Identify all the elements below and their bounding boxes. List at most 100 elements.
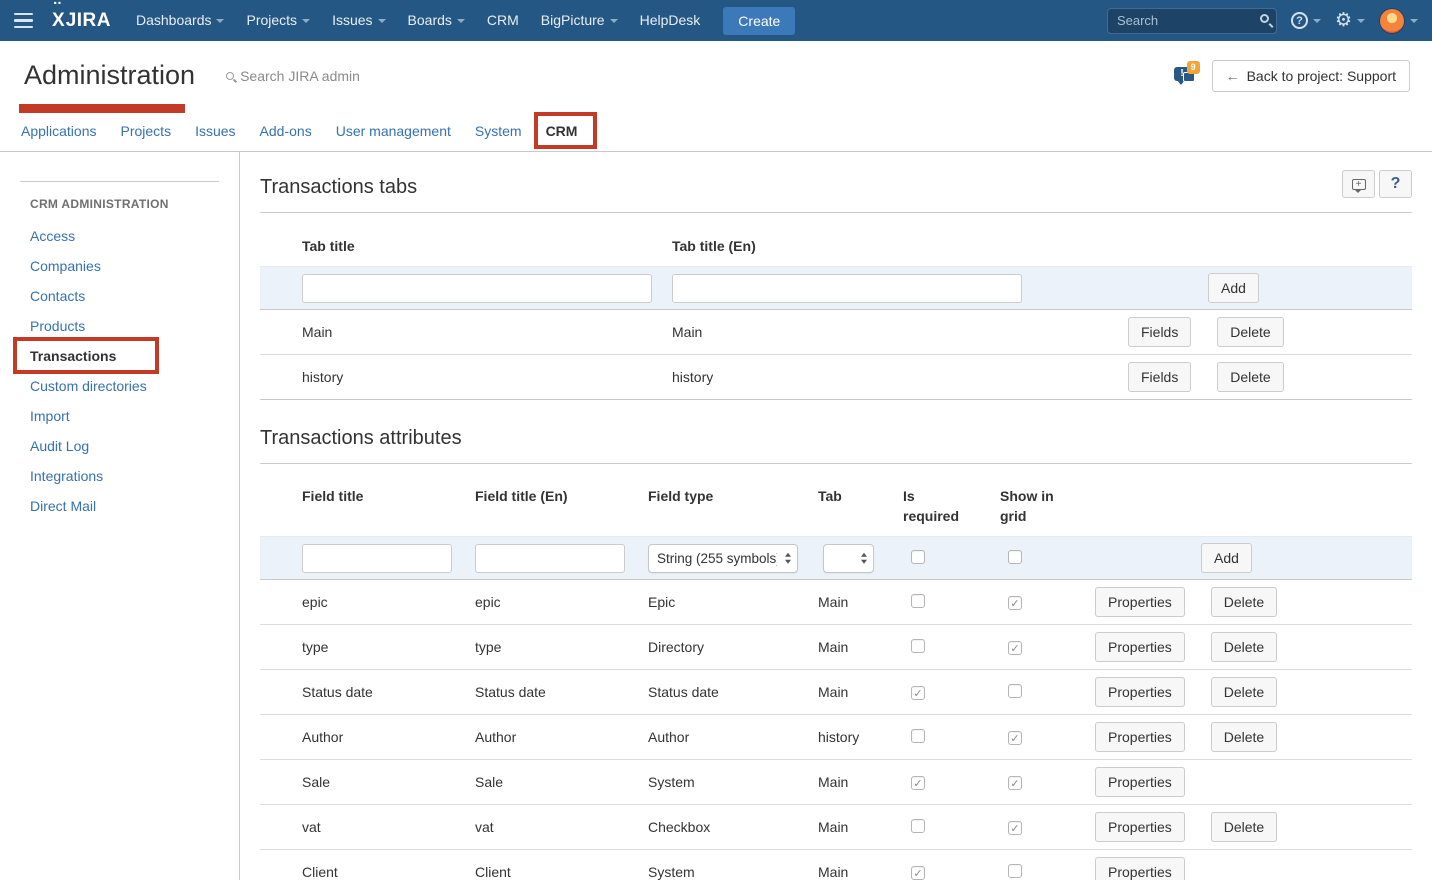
- show-in-grid-checkbox[interactable]: [1008, 641, 1022, 655]
- sidebar-item-companies[interactable]: Companies: [30, 259, 239, 273]
- table-row-attribute-author: Author Author Author history Properties …: [260, 715, 1412, 760]
- field-title-value: Status date: [297, 684, 470, 700]
- table-row-attribute-client: Client Client System Main Properties: [260, 850, 1412, 880]
- delete-button[interactable]: Delete: [1217, 362, 1283, 392]
- chevron-down-icon: [610, 19, 618, 23]
- delete-button[interactable]: Delete: [1211, 632, 1277, 662]
- show-in-grid-checkbox[interactable]: [1008, 550, 1022, 564]
- tab-add-ons[interactable]: Add-ons: [260, 110, 312, 152]
- sidebar-item-audit-log[interactable]: Audit Log: [30, 439, 239, 453]
- field-title-value: Author: [297, 729, 470, 745]
- sidebar-item-import[interactable]: Import: [30, 409, 239, 423]
- add-attribute-button[interactable]: Add: [1201, 543, 1252, 573]
- field-title-value: vat: [297, 819, 470, 835]
- global-search-input[interactable]: [1107, 8, 1277, 34]
- delete-button[interactable]: Delete: [1217, 317, 1283, 347]
- delete-button[interactable]: Delete: [1211, 812, 1277, 842]
- sidebar-item-products[interactable]: Products: [30, 319, 239, 333]
- nav-projects[interactable]: Projects: [235, 0, 321, 41]
- fields-button[interactable]: Fields: [1128, 362, 1191, 392]
- tab-system[interactable]: System: [475, 110, 522, 152]
- show-in-grid-checkbox[interactable]: [1008, 821, 1022, 835]
- column-header-show-in-grid: Show in grid: [995, 486, 1057, 526]
- table-row-attribute-epic: epic epic Epic Main Properties Delete: [260, 580, 1412, 625]
- gear-icon: ⚙: [1335, 11, 1352, 30]
- delete-button[interactable]: Delete: [1211, 587, 1277, 617]
- show-in-grid-checkbox[interactable]: [1008, 731, 1022, 745]
- is-required-checkbox[interactable]: [911, 729, 925, 743]
- new-tab-title-en-input[interactable]: [672, 274, 1022, 303]
- properties-button[interactable]: Properties: [1095, 857, 1185, 880]
- nav-crm[interactable]: CRM: [476, 0, 530, 41]
- tab-issues[interactable]: Issues: [195, 110, 235, 152]
- show-in-grid-checkbox[interactable]: [1008, 684, 1022, 698]
- new-tab-row: Add: [260, 266, 1412, 310]
- tab-crm[interactable]: CRM: [546, 110, 578, 152]
- show-in-grid-checkbox[interactable]: [1008, 864, 1022, 878]
- create-button[interactable]: Create: [723, 7, 795, 35]
- field-type-value: Status date: [643, 684, 813, 700]
- nav-boards[interactable]: Boards: [397, 0, 476, 41]
- field-type-select[interactable]: String (255 symbols): [648, 544, 798, 573]
- notifications-button[interactable]: ! 9: [1174, 64, 1200, 88]
- main-content: + ? Transactions tabs Tab title Tab titl…: [240, 152, 1432, 880]
- nav-issues[interactable]: Issues: [321, 0, 396, 41]
- sidebar-item-transactions[interactable]: Transactions: [30, 349, 239, 363]
- admin-search[interactable]: Search JIRA admin: [226, 68, 360, 84]
- is-required-checkbox[interactable]: [911, 819, 925, 833]
- tab-applications[interactable]: Applications: [21, 110, 97, 152]
- is-required-checkbox[interactable]: [911, 550, 925, 564]
- is-required-checkbox[interactable]: [911, 686, 925, 700]
- sidebar-item-integrations[interactable]: Integrations: [30, 469, 239, 483]
- new-field-title-en-input[interactable]: [475, 544, 625, 573]
- user-menu[interactable]: [1379, 8, 1418, 34]
- nav-bigpicture[interactable]: BigPicture: [530, 0, 629, 41]
- nav-dashboards[interactable]: Dashboards: [125, 0, 236, 41]
- jira-logo[interactable]: ¨X JIRA: [52, 10, 111, 32]
- app-switcher-menu-icon[interactable]: [0, 1, 46, 41]
- sidebar-item-contacts[interactable]: Contacts: [30, 289, 239, 303]
- field-title-en-value: vat: [470, 819, 643, 835]
- feedback-button[interactable]: +: [1342, 170, 1375, 198]
- sidebar-item-direct-mail[interactable]: Direct Mail: [30, 499, 239, 513]
- tab-title-value: history: [297, 369, 667, 385]
- delete-button[interactable]: Delete: [1211, 722, 1277, 752]
- is-required-checkbox[interactable]: [911, 776, 925, 790]
- help-menu[interactable]: ?: [1291, 12, 1321, 29]
- add-tab-button[interactable]: Add: [1208, 273, 1259, 303]
- properties-button[interactable]: Properties: [1095, 767, 1185, 797]
- sidebar-item-access[interactable]: Access: [30, 229, 239, 243]
- properties-button[interactable]: Properties: [1095, 587, 1185, 617]
- nav-helpdesk[interactable]: HelpDesk: [629, 0, 712, 41]
- tab-projects[interactable]: Projects: [121, 110, 172, 152]
- transactions-tabs-table: Tab title Tab title (En) Add Main Main: [260, 213, 1412, 400]
- column-header-tab-title: Tab title: [297, 238, 667, 254]
- properties-button[interactable]: Properties: [1095, 722, 1185, 752]
- delete-button[interactable]: Delete: [1211, 677, 1277, 707]
- admin-header: Administration Search JIRA admin ! 9 ← B…: [0, 41, 1432, 110]
- search-icon[interactable]: [1260, 14, 1269, 23]
- is-required-checkbox[interactable]: [911, 866, 925, 880]
- back-to-project-button[interactable]: ← Back to project: Support: [1212, 60, 1410, 92]
- help-button[interactable]: ?: [1379, 170, 1412, 198]
- field-type-value: System: [643, 864, 813, 880]
- chevron-down-icon: [302, 19, 310, 23]
- show-in-grid-checkbox[interactable]: [1008, 776, 1022, 790]
- new-attribute-row: String (255 symbols) Add: [260, 536, 1412, 580]
- tab-user-management[interactable]: User management: [336, 110, 451, 152]
- sidebar-item-custom-directories[interactable]: Custom directories: [30, 379, 239, 393]
- fields-button[interactable]: Fields: [1128, 317, 1191, 347]
- new-field-title-input[interactable]: [302, 544, 452, 573]
- new-tab-title-input[interactable]: [302, 274, 652, 303]
- properties-button[interactable]: Properties: [1095, 632, 1185, 662]
- settings-menu[interactable]: ⚙: [1335, 11, 1365, 30]
- properties-button[interactable]: Properties: [1095, 677, 1185, 707]
- is-required-checkbox[interactable]: [911, 639, 925, 653]
- tab-select[interactable]: [823, 544, 874, 573]
- table-row-attribute-status-date: Status date Status date Status date Main…: [260, 670, 1412, 715]
- properties-button[interactable]: Properties: [1095, 812, 1185, 842]
- field-title-value: Client: [297, 864, 470, 880]
- is-required-checkbox[interactable]: [911, 594, 925, 608]
- field-title-en-value: epic: [470, 594, 643, 610]
- show-in-grid-checkbox[interactable]: [1008, 596, 1022, 610]
